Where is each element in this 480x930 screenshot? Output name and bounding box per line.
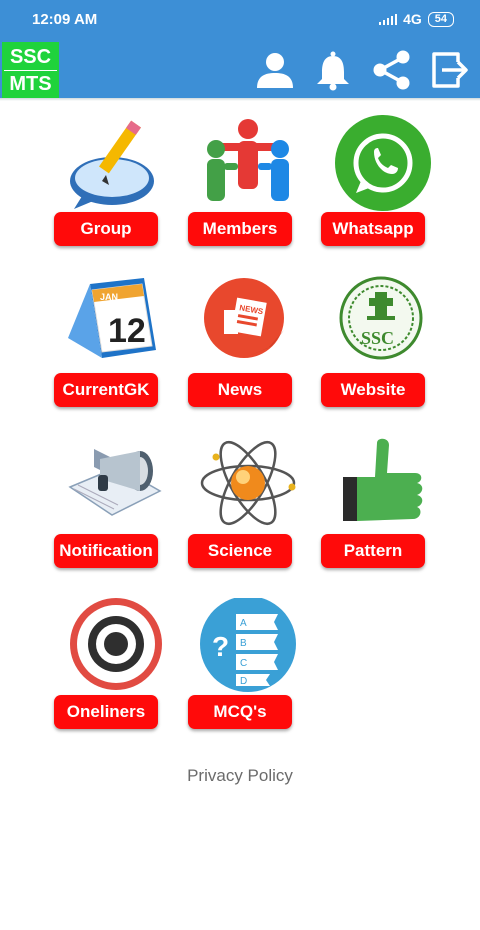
exit-icon[interactable]: [428, 48, 472, 92]
signal-icon: [379, 13, 398, 25]
svg-text:?: ?: [212, 631, 229, 662]
network-type: 4G: [403, 11, 422, 27]
atom-icon: [200, 441, 296, 525]
status-time: 12:09 AM: [32, 11, 98, 28]
oneliners-button[interactable]: Oneliners: [54, 695, 158, 729]
mcq-option-c: C: [240, 658, 247, 669]
logo-line-1: SSC: [9, 46, 52, 68]
battery-icon: 54: [427, 11, 454, 27]
science-button[interactable]: Science: [188, 534, 292, 568]
megaphone-icon: [68, 449, 162, 516]
share-icon[interactable]: [370, 48, 414, 92]
ssc-emblem-icon: SSC: [339, 276, 423, 360]
mcqs-button[interactable]: MCQ's: [188, 695, 292, 729]
status-indicators: 4G 54: [379, 11, 454, 27]
privacy-policy-link[interactable]: Privacy Policy: [0, 766, 480, 786]
status-bar: 12:09 AM 4G 54: [0, 0, 480, 40]
whatsapp-button[interactable]: Whatsapp: [321, 212, 425, 246]
news-button[interactable]: News: [188, 373, 292, 407]
pattern-button[interactable]: Pattern: [321, 534, 425, 568]
website-button[interactable]: Website: [321, 373, 425, 407]
mcq-option-b: B: [240, 638, 247, 649]
app-logo: SSC MTS: [2, 42, 59, 98]
thumbs-up-icon: [343, 438, 423, 521]
mcq-option-a: A: [240, 618, 247, 629]
calendar-icon: JAN 12: [68, 278, 156, 358]
chat-pencil-icon: [70, 120, 154, 209]
profile-icon[interactable]: [253, 48, 297, 92]
logo-line-2: MTS: [9, 73, 52, 95]
app-bar-divider: [0, 98, 480, 101]
members-button[interactable]: Members: [188, 212, 292, 246]
notification-button[interactable]: Notification: [54, 534, 158, 568]
newspaper-icon: NEWS: [204, 278, 284, 358]
emblem-text: SSC: [361, 328, 394, 348]
mcq-icon: ? A B C D: [200, 598, 296, 692]
group-button[interactable]: Group: [54, 212, 158, 246]
whatsapp-icon: [335, 115, 431, 211]
bell-icon[interactable]: [311, 48, 355, 92]
calendar-day: 12: [108, 312, 146, 350]
target-icon: [70, 598, 162, 690]
mcq-option-d: D: [240, 676, 247, 687]
people-icon: [207, 119, 289, 201]
calendar-month: JAN: [100, 292, 118, 302]
currentgk-button[interactable]: CurrentGK: [54, 373, 158, 407]
